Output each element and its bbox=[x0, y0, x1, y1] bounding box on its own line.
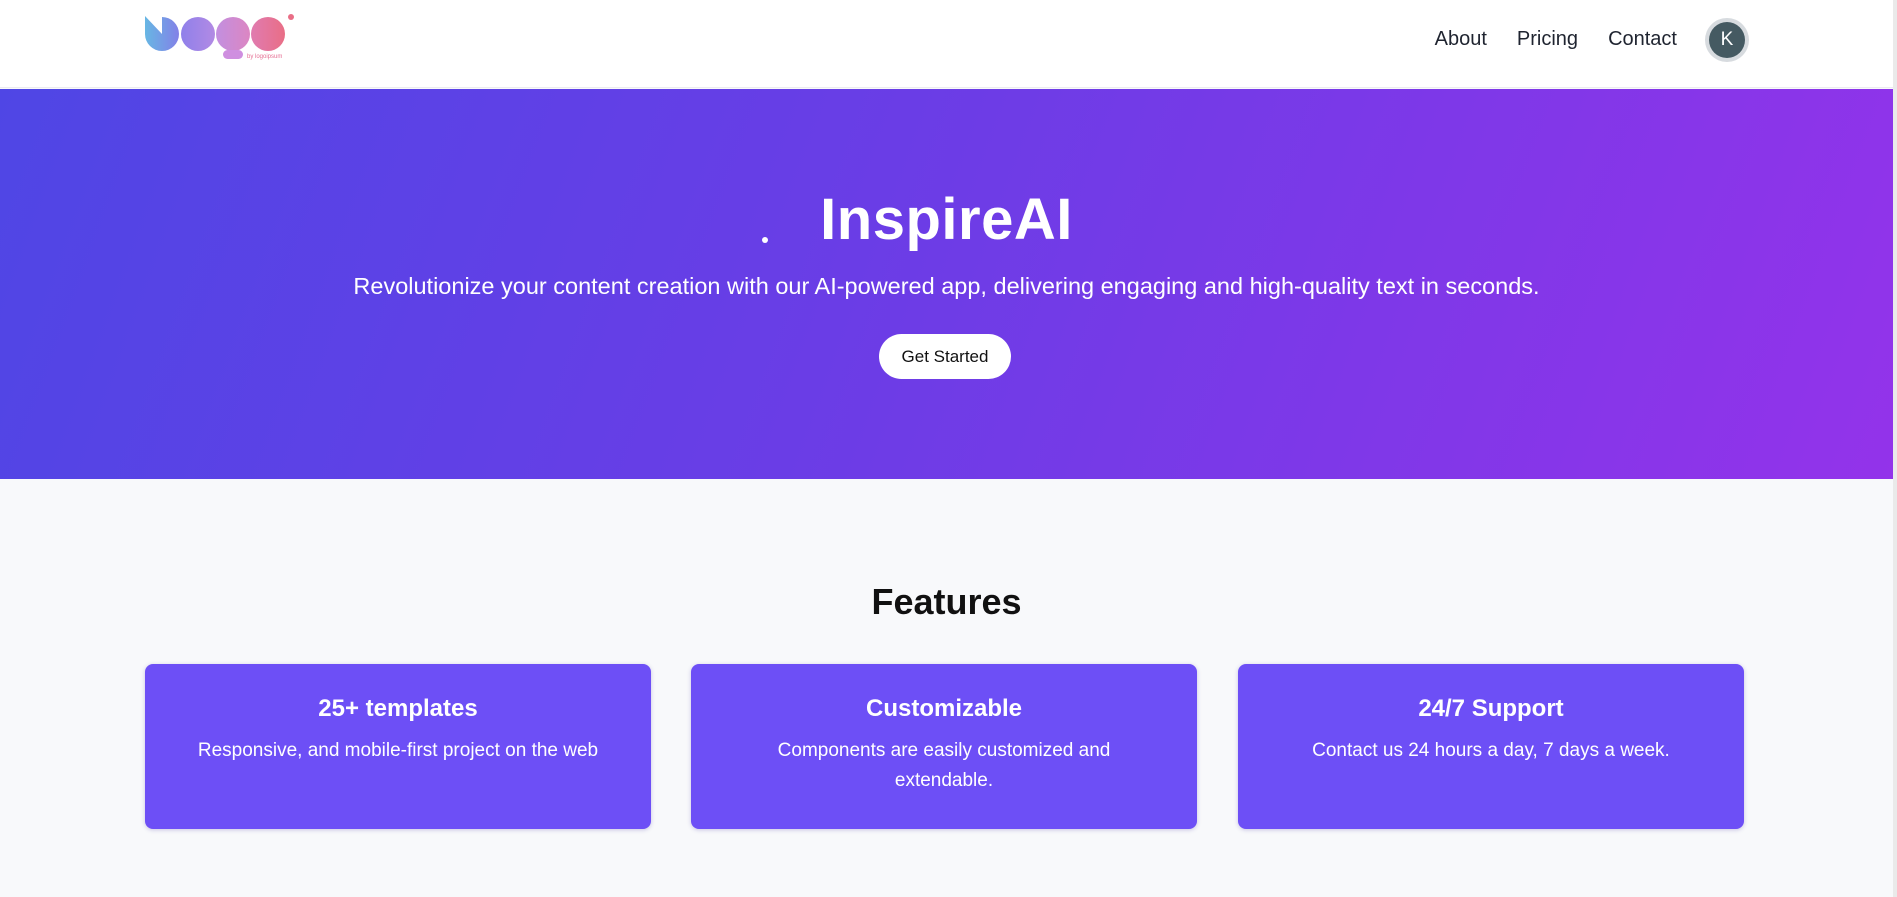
logo-link[interactable]: by logoipsum bbox=[143, 12, 295, 68]
feature-card: 24/7 Support Contact us 24 hours a day, … bbox=[1238, 664, 1744, 829]
nav-link-contact[interactable]: Contact bbox=[1608, 28, 1677, 51]
feature-card-title: Customizable bbox=[865, 695, 1023, 722]
hero-section: InspireAI Revolutionize your content cre… bbox=[0, 89, 1893, 479]
feature-card-title: 25+ templates bbox=[318, 695, 478, 722]
feature-card-text: Contact us 24 hours a day, 7 days a week… bbox=[1312, 740, 1670, 761]
feature-card-text: Components are easily customized and ext… bbox=[777, 740, 1111, 791]
logo-subtext: by logoipsum bbox=[247, 54, 283, 60]
feature-card-title: 24/7 Support bbox=[1418, 695, 1564, 722]
avatar-initial: K bbox=[1709, 22, 1745, 58]
main-nav: About Pricing Contact bbox=[1435, 0, 1677, 78]
get-started-button[interactable]: Get Started bbox=[879, 334, 1011, 379]
feature-card-text: Responsive, and mobile-first project on … bbox=[197, 740, 599, 761]
hero-subtitle: Revolutionize your content creation with… bbox=[353, 273, 1540, 299]
hero-title: InspireAI bbox=[820, 187, 1073, 252]
site-header: by logoipsum About Pricing Contact K bbox=[0, 0, 1893, 88]
nav-link-pricing[interactable]: Pricing bbox=[1517, 28, 1578, 51]
features-title: Features bbox=[871, 581, 1022, 622]
page-scrollbar[interactable] bbox=[1893, 0, 1897, 897]
nav-link-about[interactable]: About bbox=[1435, 28, 1487, 51]
user-avatar-button[interactable]: K bbox=[1705, 18, 1749, 62]
feature-card: 25+ templates Responsive, and mobile-fir… bbox=[145, 664, 651, 829]
feature-card: Customizable Components are easily custo… bbox=[691, 664, 1197, 829]
